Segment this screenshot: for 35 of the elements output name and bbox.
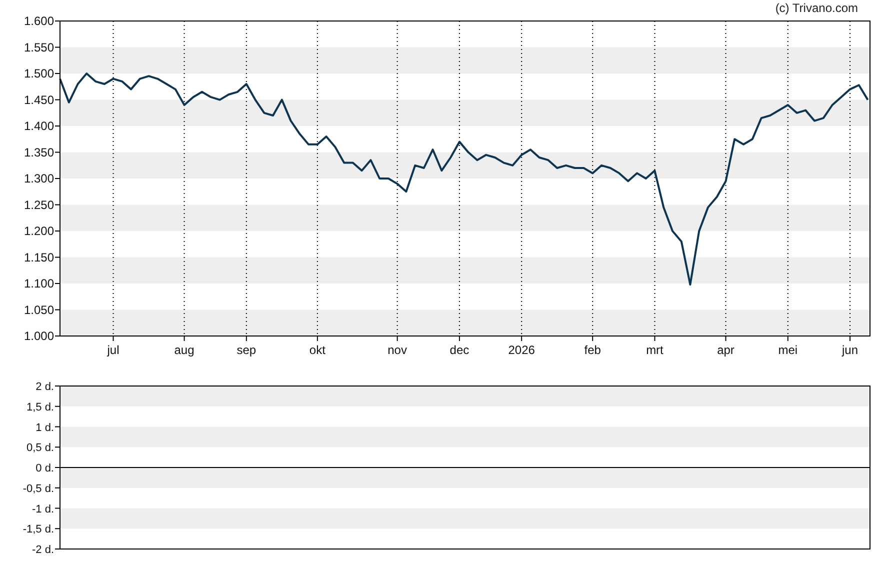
y-axis-label: 1.450	[24, 92, 54, 107]
x-axis-label: mrt	[646, 343, 664, 357]
y-axis-label: 1 d.	[36, 422, 54, 434]
x-axis-label: sep	[236, 343, 256, 357]
y-axis-label: 1.100	[24, 276, 54, 290]
y-axis-label: 1.600	[24, 15, 54, 28]
y-axis-label: 1.250	[24, 198, 54, 212]
x-axis-label: mei	[778, 343, 798, 357]
y-axis-label: -2 d.	[32, 544, 54, 556]
y-axis-label: 1.350	[24, 145, 54, 160]
y-axis-label: 1.200	[24, 224, 54, 238]
y-axis-label: 0,5 d.	[26, 442, 54, 454]
x-axis-label: dec	[450, 343, 470, 357]
y-axis-label: 1.150	[24, 250, 54, 264]
y-axis-label: 1,5 d.	[26, 401, 54, 414]
x-axis-label: okt	[309, 343, 326, 357]
y-axis-label: 1.550	[24, 40, 54, 54]
y-axis-label: 1.500	[24, 66, 54, 80]
y-axis-label: 2 d.	[36, 381, 54, 393]
y-axis-label: -1 d.	[32, 503, 54, 516]
x-axis-label: 2026	[508, 343, 535, 357]
y-axis-label: 1.050	[24, 302, 54, 317]
copyright-text: (c) Trivano.com	[775, 1, 858, 15]
x-axis-label: nov	[388, 343, 407, 357]
y-axis-label: 1.000	[24, 329, 54, 343]
x-axis-label: jul	[107, 343, 120, 357]
y-axis-label: -0,5 d.	[22, 482, 54, 495]
y-axis-label: 1.400	[24, 119, 54, 133]
x-axis-label: aug	[174, 343, 194, 357]
x-axis-label: apr	[717, 343, 734, 357]
x-axis-label: feb	[584, 343, 601, 357]
y-axis-label: -1,5 d.	[22, 524, 54, 536]
y-axis-label: 0 d.	[36, 462, 54, 474]
y-axis-label: 1.300	[24, 172, 54, 186]
x-axis-label: jun	[842, 343, 858, 357]
